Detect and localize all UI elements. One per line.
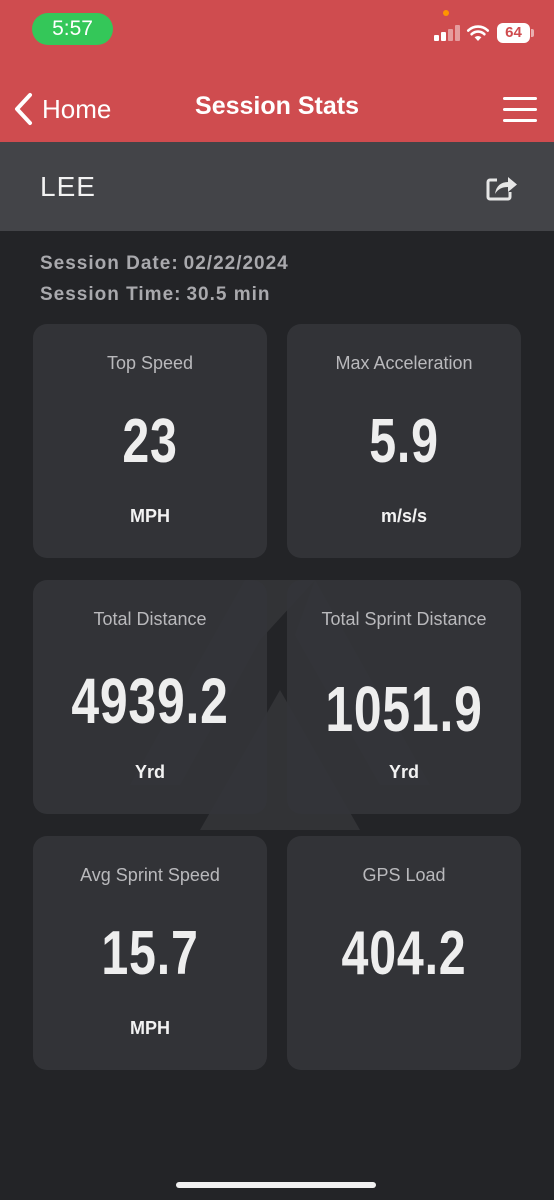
status-time: 5:57 (32, 13, 113, 45)
stat-card-avg-sprint-speed[interactable]: Avg Sprint Speed 15.7 MPH (33, 836, 267, 1070)
privacy-indicator-dot (443, 10, 449, 16)
stat-value: 1051.9 (325, 673, 483, 745)
session-date-label: Session Date: (40, 253, 179, 274)
stat-card-total-distance[interactable]: Total Distance 4939.2 Yrd (33, 580, 267, 814)
session-time-label: Session Time: (40, 284, 182, 305)
stat-card-gps-load[interactable]: GPS Load 404.2 (287, 836, 521, 1070)
session-date-value: 02/22/2024 (183, 253, 289, 274)
stat-label: Top Speed (106, 353, 194, 373)
stat-label: Total Distance (93, 609, 207, 629)
stat-value: 5.9 (369, 407, 439, 476)
battery-icon: 64 (497, 23, 530, 43)
stat-value: 404.2 (341, 919, 467, 988)
athlete-name: LEE (40, 171, 96, 202)
stat-value: 23 (122, 407, 178, 476)
session-time-value: 30.5 min (186, 284, 271, 305)
stat-unit: MPH (130, 1018, 170, 1038)
session-date: Session Date: 02/22/2024 (40, 253, 289, 275)
stat-card-top-speed[interactable]: Top Speed 23 MPH (33, 324, 267, 558)
battery-nub (531, 29, 534, 37)
stat-card-total-sprint-distance[interactable]: Total Sprint Distance 1051.9 Yrd (287, 580, 521, 814)
stat-label: Total Sprint Distance (321, 609, 487, 629)
stat-label: GPS Load (362, 865, 446, 885)
stat-label: Avg Sprint Speed (80, 865, 220, 885)
stat-unit: MPH (130, 506, 170, 526)
stat-unit: Yrd (134, 762, 165, 782)
wifi-icon (466, 25, 490, 41)
page-title: Session Stats (195, 92, 359, 120)
stat-card-max-acceleration[interactable]: Max Acceleration 5.9 m/s/s (287, 324, 521, 558)
stat-value: 15.7 (101, 919, 199, 988)
header: 5:57 64 Home Session Stats (0, 0, 554, 142)
session-time: Session Time: 30.5 min (40, 284, 271, 306)
home-indicator[interactable] (176, 1182, 376, 1188)
cellular-signal-icon (434, 25, 460, 41)
stat-label: Max Acceleration (335, 353, 473, 373)
stat-unit: Yrd (388, 762, 419, 782)
stat-value: 4939.2 (71, 665, 229, 737)
session-stats-screen: 5:57 64 Home Session Stats LEE Session D… (0, 0, 554, 1200)
share-icon[interactable] (485, 172, 519, 202)
hamburger-menu-icon[interactable] (503, 97, 537, 123)
stat-unit: m/s/s (380, 506, 428, 526)
